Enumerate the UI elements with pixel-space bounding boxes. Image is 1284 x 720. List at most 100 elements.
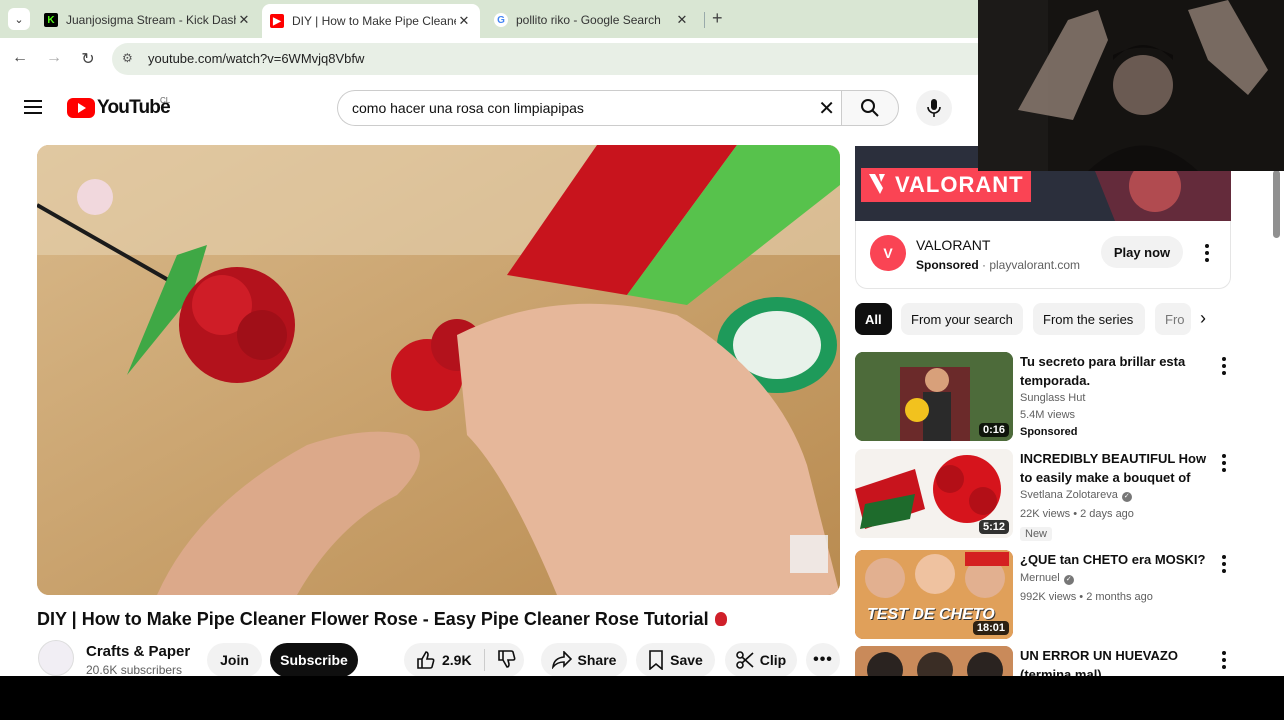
- ad-card[interactable]: V VALORANT Sponsored · playvalorant.com …: [855, 221, 1231, 289]
- channel-name[interactable]: Crafts & Paper: [86, 643, 190, 660]
- chip-label: From your search: [911, 311, 1013, 327]
- recommendation-title[interactable]: Tu secreto para brillar esta temporada.: [1020, 352, 1210, 390]
- tab-title: pollito riko - Google Search: [516, 13, 661, 27]
- address-url[interactable]: youtube.com/watch?v=6WMvjq8Vbfw: [148, 51, 364, 66]
- google-favicon-icon: G: [494, 13, 508, 27]
- video-duration: 18:01: [972, 621, 1009, 635]
- recommendation-thumbnail[interactable]: 0:16: [855, 352, 1013, 441]
- page-scrollbar[interactable]: [1272, 170, 1280, 670]
- voice-search-button[interactable]: [916, 90, 952, 126]
- chip-label: From the series: [1043, 311, 1134, 327]
- save-label: Save: [670, 652, 703, 668]
- recommendation-title[interactable]: INCREDIBLY BEAUTIFUL How to easily make …: [1020, 449, 1210, 487]
- filter-chips: All From your search From the series Fro…: [855, 303, 1231, 335]
- recommendation-title[interactable]: UN ERROR UN HUEVAZO (termina mal): [1020, 646, 1210, 676]
- recommendation-meta: 22K views • 2 days ago: [1020, 508, 1134, 520]
- verified-check-icon: ✓: [1121, 492, 1132, 502]
- recommendation-item[interactable]: UN ERROR UN HUEVAZO (termina mal): [855, 646, 1231, 676]
- chip-label: All: [865, 311, 882, 327]
- play-now-label: Play now: [1113, 244, 1171, 260]
- recommendation-item[interactable]: 0:16 Tu secreto para brillar esta tempor…: [855, 352, 1231, 442]
- join-button[interactable]: Join: [207, 643, 262, 676]
- recommendation-thumbnail[interactable]: 5:12: [855, 449, 1013, 538]
- ad-sponsored-label: Sponsored: [916, 258, 979, 272]
- ad-banner-text: VALORANT: [895, 172, 1024, 197]
- bookmark-icon: [649, 650, 663, 670]
- more-vertical-icon[interactable]: [1222, 555, 1226, 576]
- recommendation-channel[interactable]: Svetlana Zolotareva ✓: [1020, 489, 1132, 502]
- video-frame: [37, 145, 840, 595]
- video-player[interactable]: [37, 145, 840, 595]
- tab-close-icon[interactable]: ✕: [236, 12, 252, 28]
- sponsored-badge: Sponsored: [1020, 426, 1078, 438]
- like-dislike-group: 2.9K: [404, 643, 524, 676]
- recommendation-meta: 992K views • 2 months ago: [1020, 591, 1153, 603]
- scrollbar-thumb[interactable]: [1273, 170, 1280, 238]
- save-button[interactable]: Save: [636, 643, 715, 676]
- channel-avatar[interactable]: [38, 640, 74, 676]
- recommendation-channel[interactable]: Sunglass Hut: [1020, 392, 1085, 404]
- valorant-logo-icon: V: [870, 235, 906, 271]
- chip-label: Fro: [1165, 311, 1185, 327]
- chip-from-your-search[interactable]: From your search: [901, 303, 1023, 335]
- kick-favicon-icon: K: [44, 13, 58, 27]
- tab-search-chevron-icon[interactable]: ⌄: [8, 8, 30, 30]
- webcam-overlay: [978, 0, 1284, 171]
- ad-domain: playvalorant.com: [989, 258, 1081, 272]
- tab-close-icon[interactable]: ✕: [674, 12, 690, 28]
- search-button[interactable]: [841, 90, 899, 126]
- video-title: DIY | How to Make Pipe Cleaner Flower Ro…: [37, 609, 727, 630]
- more-horizontal-icon: •••: [813, 651, 833, 668]
- video-duration: 5:12: [978, 520, 1009, 534]
- share-button[interactable]: Share: [541, 643, 627, 676]
- browser-tab-kick[interactable]: K Juanjosigma Stream - Kick Dashboard ✕: [38, 6, 258, 34]
- new-tab-plus-icon[interactable]: +: [712, 8, 723, 29]
- tab-close-icon[interactable]: ✕: [456, 13, 472, 29]
- ad-more-vertical-icon[interactable]: [1205, 244, 1209, 265]
- like-button[interactable]: 2.9K: [416, 650, 472, 670]
- browser-tab-youtube[interactable]: ▶ DIY | How to Make Pipe Cleaner Flower …: [262, 4, 480, 38]
- recommendation-thumbnail[interactable]: [855, 646, 1013, 676]
- like-divider: [483, 649, 485, 671]
- more-vertical-icon[interactable]: [1222, 651, 1226, 672]
- share-label: Share: [577, 652, 617, 668]
- thumbs-down-icon: [497, 649, 516, 668]
- more-vertical-icon[interactable]: [1222, 357, 1226, 378]
- more-vertical-icon[interactable]: [1222, 454, 1226, 475]
- youtube-logo[interactable]: YouTube: [67, 97, 171, 119]
- site-settings-icon[interactable]: ⚙: [122, 51, 133, 65]
- hamburger-menu-icon[interactable]: [24, 100, 42, 118]
- forward-arrow-icon[interactable]: →: [44, 49, 64, 67]
- subscribe-button[interactable]: Subscribe: [270, 643, 358, 676]
- recommendation-item[interactable]: 5:12 INCREDIBLY BEAUTIFUL How to easily …: [855, 449, 1231, 541]
- country-code: CL: [160, 96, 171, 105]
- chip-from-the-series[interactable]: From the series: [1033, 303, 1145, 335]
- recommendation-thumbnail[interactable]: TEST DE CHETO 18:01: [855, 550, 1013, 639]
- channel-name: Svetlana Zolotareva: [1020, 489, 1118, 501]
- tab-title: Juanjosigma Stream - Kick Dashboard: [66, 13, 236, 27]
- youtube-favicon-icon: ▶: [270, 14, 284, 28]
- search-query-text[interactable]: como hacer una rosa con limpiapipas: [352, 100, 584, 116]
- search-input[interactable]: como hacer una rosa con limpiapipas ✕: [337, 90, 841, 126]
- chip-all[interactable]: All: [855, 303, 892, 335]
- reload-icon[interactable]: ↻: [78, 49, 98, 69]
- new-badge: New: [1020, 527, 1053, 541]
- tab-separator: [704, 12, 705, 28]
- chevron-right-icon[interactable]: ›: [1200, 308, 1206, 329]
- back-arrow-icon[interactable]: ←: [10, 49, 30, 67]
- address-bar[interactable]: ⚙ youtube.com/watch?v=6WMvjq8Vbfw: [112, 43, 992, 75]
- play-now-button[interactable]: Play now: [1101, 236, 1183, 268]
- join-label: Join: [220, 652, 249, 668]
- microphone-icon: [927, 99, 941, 117]
- clear-search-icon[interactable]: ✕: [818, 96, 835, 121]
- letterbox-bar: [0, 676, 1284, 720]
- browser-tab-google[interactable]: G pollito riko - Google Search ✕: [486, 6, 698, 34]
- clip-button[interactable]: Clip: [725, 643, 797, 676]
- recommendation-channel[interactable]: Mernuel ✓: [1020, 572, 1074, 585]
- thumbs-up-icon: [417, 651, 435, 669]
- recommendation-title[interactable]: ¿QUE tan CHETO era MOSKI?: [1020, 550, 1210, 569]
- dislike-button[interactable]: [497, 649, 523, 672]
- more-actions-button[interactable]: •••: [806, 643, 840, 676]
- chip-truncated[interactable]: Fro: [1155, 303, 1191, 335]
- recommendation-item[interactable]: TEST DE CHETO 18:01 ¿QUE tan CHETO era M…: [855, 550, 1231, 640]
